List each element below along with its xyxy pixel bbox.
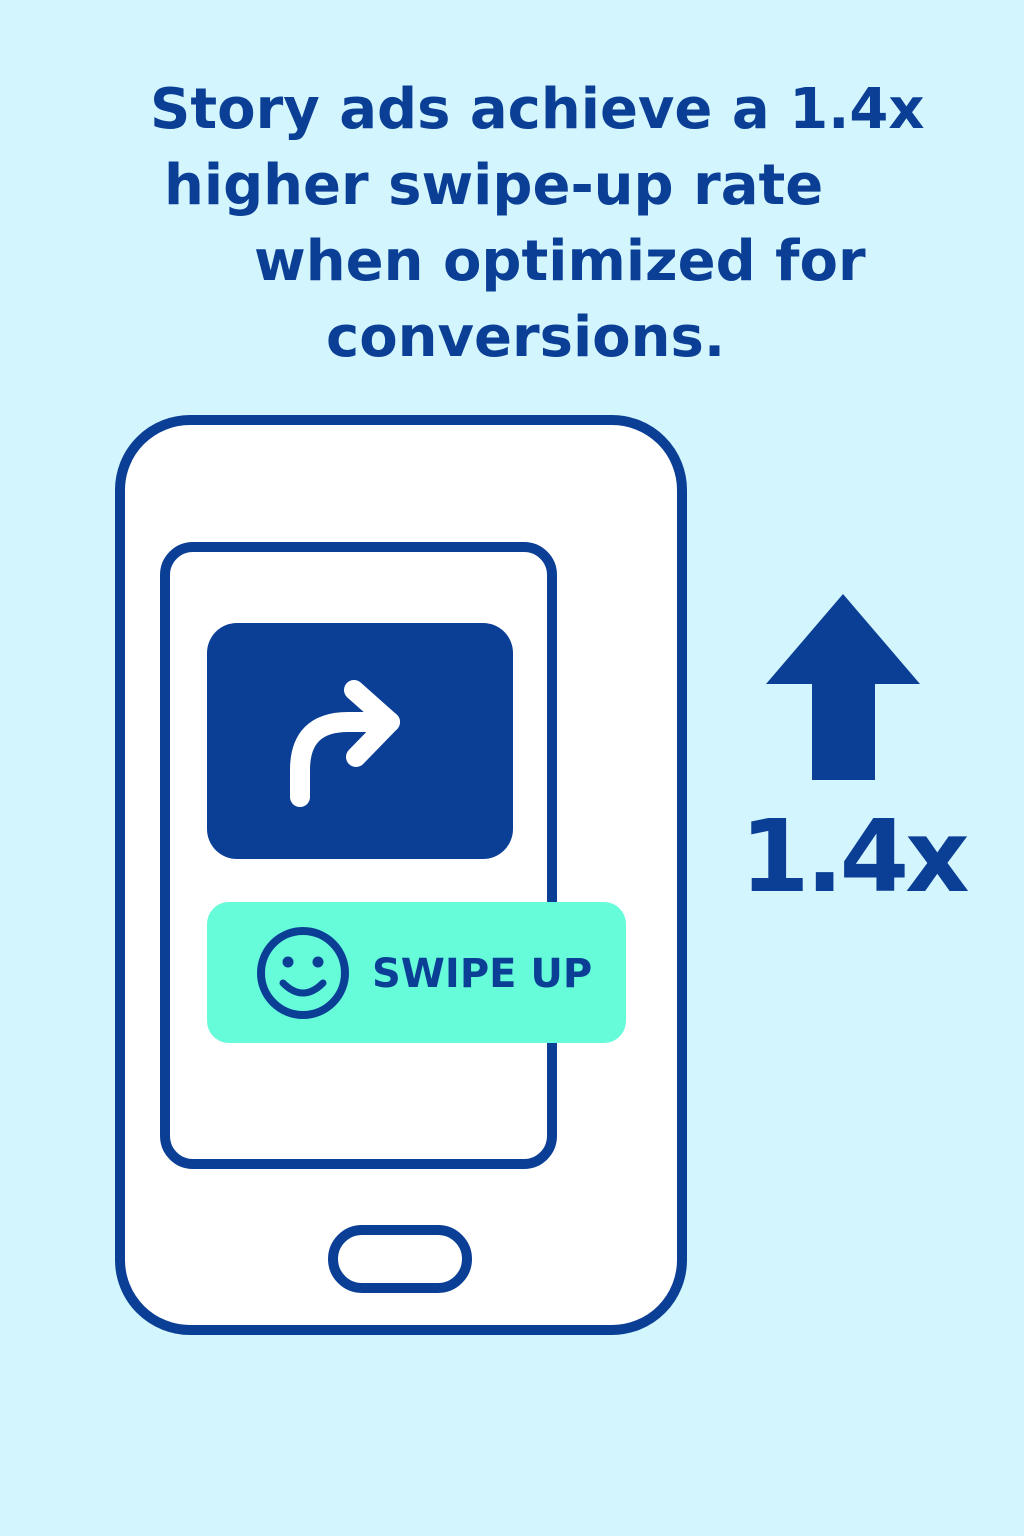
swipe-up-label[interactable]: SWIPE UP xyxy=(372,948,592,1000)
up-arrow-icon xyxy=(766,594,920,780)
home-button xyxy=(328,1225,472,1293)
phone-illustration xyxy=(115,415,920,1335)
metric-value: 1.4x xyxy=(740,798,970,915)
